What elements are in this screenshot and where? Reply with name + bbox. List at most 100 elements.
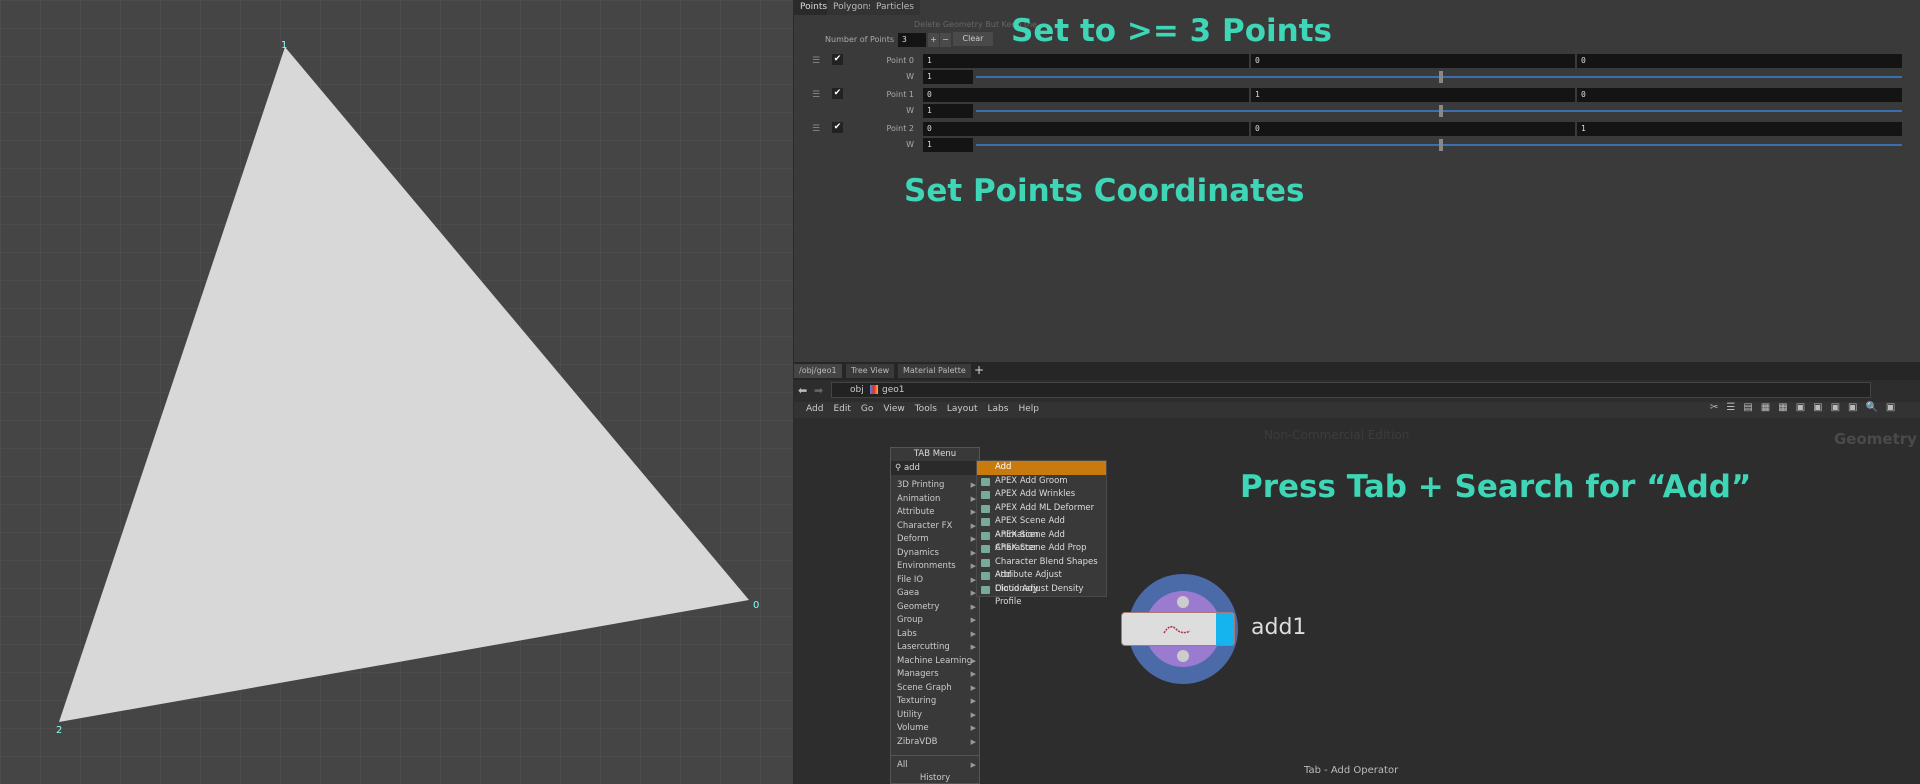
category-label: Attribute xyxy=(897,507,935,517)
category-all[interactable]: All ▶ xyxy=(891,759,979,773)
category-item[interactable]: Deform ▶ xyxy=(891,533,979,547)
menu-edit[interactable]: Edit xyxy=(833,404,850,414)
submenu-arrow-icon: ▶ xyxy=(970,710,976,719)
category-item[interactable]: Volume ▶ xyxy=(891,722,979,736)
point-enable-checkbox[interactable]: ✔ xyxy=(832,88,843,99)
point-x-field[interactable]: 1 xyxy=(923,54,1249,68)
category-item[interactable]: Scene Graph ▶ xyxy=(891,682,979,696)
category-item[interactable]: Group ▶ xyxy=(891,614,979,628)
tab-material-palette[interactable]: Material Palette xyxy=(898,364,971,378)
category-item[interactable]: Gaea ▶ xyxy=(891,587,979,601)
search-result-item[interactable]: APEX Add Groom xyxy=(977,475,1106,489)
tab-network-path[interactable]: /obj/geo1 xyxy=(794,364,842,378)
search-result-item[interactable]: APEX Scene Add Character xyxy=(977,529,1106,553)
search-result-item[interactable]: APEX Scene Add Animation xyxy=(977,515,1106,540)
category-item[interactable]: Managers ▶ xyxy=(891,668,979,682)
add-tab-icon[interactable]: + xyxy=(974,363,984,377)
tab-menu-search[interactable]: add xyxy=(904,463,920,473)
drag-handle-icon[interactable]: ☰ xyxy=(812,124,820,134)
point-w-field[interactable]: 1 xyxy=(923,104,973,118)
slider-handle[interactable] xyxy=(1439,139,1443,151)
category-item[interactable]: Machine Learning ▶ xyxy=(891,655,979,669)
search-icon: ⚲ xyxy=(895,463,904,473)
menu-bar: Add Edit Go View Tools Layout Labs Help xyxy=(806,404,1039,414)
w-slider[interactable] xyxy=(976,70,1902,84)
menu-layout[interactable]: Layout xyxy=(947,404,978,414)
category-item[interactable]: File IO ▶ xyxy=(891,574,979,588)
point-w-field[interactable]: 1 xyxy=(923,70,973,84)
point-x-field[interactable]: 0 xyxy=(923,88,1249,102)
tab-tree-view[interactable]: Tree View xyxy=(846,364,895,378)
category-item[interactable]: ZibraVDB ▶ xyxy=(891,736,979,750)
3d-viewport[interactable]: 1 0 2 xyxy=(0,0,793,784)
category-label: Deform xyxy=(897,534,929,544)
decrement-button[interactable]: − xyxy=(940,33,951,47)
w-slider[interactable] xyxy=(976,138,1902,152)
point-z-field[interactable]: 1 xyxy=(1577,122,1902,136)
geo-icon xyxy=(870,385,878,394)
category-item[interactable]: Animation ▶ xyxy=(891,493,979,507)
category-item[interactable]: Dynamics ▶ xyxy=(891,547,979,561)
point-y-field[interactable]: 0 xyxy=(1251,122,1575,136)
menu-add[interactable]: Add xyxy=(806,404,823,414)
path-geo1[interactable]: geo1 xyxy=(882,385,904,395)
forward-arrow-icon[interactable]: ➡ xyxy=(814,384,823,397)
category-item[interactable]: Attribute ▶ xyxy=(891,506,979,520)
search-result-item[interactable]: APEX Add Wrinkles xyxy=(977,488,1106,502)
add-node[interactable] xyxy=(1121,574,1238,684)
search-result-item[interactable]: Attribute Adjust Dictionary xyxy=(977,569,1106,594)
toolbar-icons[interactable]: ✂☰▤▦▦▣▣▣▣🔍▣ xyxy=(1710,402,1903,413)
category-label: Group xyxy=(897,615,923,625)
search-result-item[interactable]: Character Blend Shapes Add xyxy=(977,556,1106,580)
clear-button[interactable]: Clear xyxy=(953,32,993,46)
category-item[interactable]: Texturing ▶ xyxy=(891,695,979,709)
menu-labs[interactable]: Labs xyxy=(988,404,1009,414)
point-z-field[interactable]: 0 xyxy=(1577,88,1902,102)
slider-handle[interactable] xyxy=(1439,105,1443,117)
drag-handle-icon[interactable]: ☰ xyxy=(812,56,820,66)
display-flag[interactable] xyxy=(1216,613,1234,645)
category-label: Volume xyxy=(897,723,929,733)
category-item[interactable]: Labs ▶ xyxy=(891,628,979,642)
category-label: ZibraVDB xyxy=(897,736,938,747)
point-z-field[interactable]: 0 xyxy=(1577,54,1902,68)
menu-tools[interactable]: Tools xyxy=(915,404,937,414)
output-connector[interactable] xyxy=(1177,650,1189,662)
w-slider[interactable] xyxy=(976,104,1902,118)
point-label: 1 xyxy=(281,40,288,51)
point-enable-checkbox[interactable]: ✔ xyxy=(832,54,843,65)
category-item[interactable]: Geometry ▶ xyxy=(891,601,979,615)
input-connector[interactable] xyxy=(1177,596,1189,608)
category-item[interactable]: Lasercutting ▶ xyxy=(891,641,979,655)
path-obj[interactable]: obj xyxy=(850,385,864,395)
point-enable-checkbox[interactable]: ✔ xyxy=(832,122,843,133)
search-result-item[interactable]: Add xyxy=(977,461,1106,475)
point-x-field[interactable]: 0 xyxy=(923,122,1249,136)
search-result-item[interactable]: APEX Scene Add Prop xyxy=(977,542,1106,556)
back-arrow-icon[interactable]: ⬅ xyxy=(798,384,807,397)
submenu-arrow-icon: ▶ xyxy=(970,683,976,692)
menu-help[interactable]: Help xyxy=(1018,404,1039,414)
category-item[interactable]: Character FX ▶ xyxy=(891,520,979,534)
point-w-field[interactable]: 1 xyxy=(923,138,973,152)
history-section[interactable]: History xyxy=(891,773,979,783)
menu-go[interactable]: Go xyxy=(861,404,873,414)
menu-view[interactable]: View xyxy=(883,404,904,414)
point-y-field[interactable]: 1 xyxy=(1251,88,1575,102)
search-result-item[interactable]: Cloud Adjust Density Profile xyxy=(977,583,1106,607)
point-y-field[interactable]: 0 xyxy=(1251,54,1575,68)
slider-handle[interactable] xyxy=(1439,71,1443,83)
category-item[interactable]: Environments ▶ xyxy=(891,560,979,574)
search-results: Add APEX Add Groom APEX Add Wrinkles APEX A… xyxy=(976,460,1107,607)
node-type-icon xyxy=(981,504,990,513)
tab-particles[interactable]: Particles xyxy=(870,0,920,15)
search-result-item[interactable]: APEX Add ML Deformer xyxy=(977,502,1106,516)
drag-handle-icon[interactable]: ☰ xyxy=(812,90,820,100)
number-of-points-field[interactable]: 3 xyxy=(898,33,926,47)
category-item[interactable]: 3D Printing ▶ xyxy=(891,479,979,493)
category-item[interactable]: Utility ▶ xyxy=(891,709,979,723)
category-label: File IO xyxy=(897,574,924,585)
tab-menu: TAB Menu ⚲ add 3D Printing ▶ Animation ▶ Att… xyxy=(890,447,980,784)
node-name[interactable]: add1 xyxy=(1251,615,1306,640)
increment-button[interactable]: + xyxy=(928,33,939,47)
